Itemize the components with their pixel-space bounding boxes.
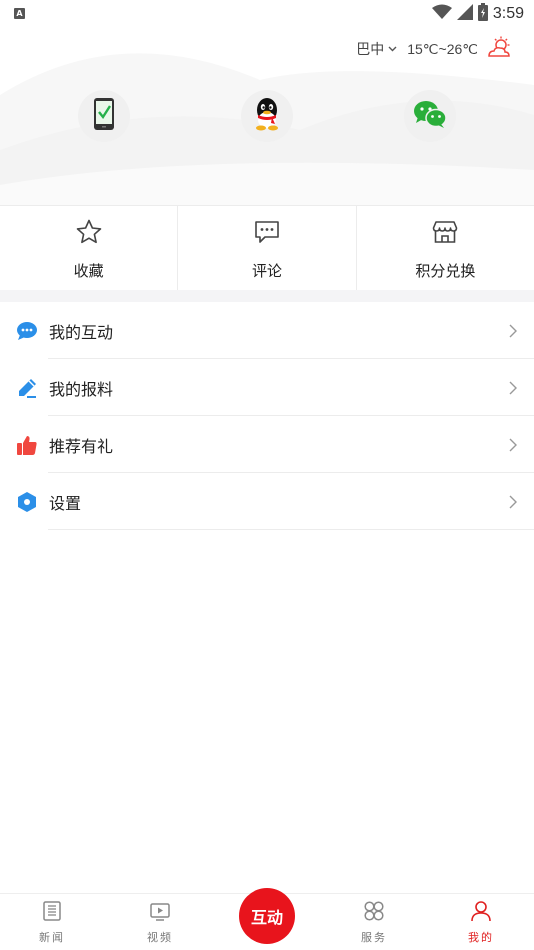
bottom-tab-bar: 新闻 视频 互动 服务 我的 — [0, 888, 534, 950]
qq-icon — [252, 97, 282, 135]
chevron-right-icon — [509, 494, 517, 513]
battery-icon — [477, 3, 488, 25]
weather-city[interactable]: 巴中 — [356, 39, 384, 59]
hexagon-settings-icon — [16, 491, 38, 513]
menu-list: 我的互动 我的报料 推荐有礼 设置 — [0, 302, 534, 530]
chevron-down-icon[interactable] — [388, 46, 397, 52]
tab-service[interactable]: 服务 — [334, 900, 414, 945]
menu-item-label: 推荐有礼 — [49, 436, 114, 456]
status-time: 3:59 — [492, 5, 524, 22]
menu-item-label: 设置 — [49, 493, 82, 513]
user-icon — [470, 900, 492, 926]
notification-badge: A — [14, 8, 25, 19]
tab-news[interactable]: 新闻 — [12, 900, 92, 945]
weather-temperature: 15℃~26℃ — [407, 40, 478, 57]
favorites-button[interactable]: 收藏 — [0, 206, 179, 290]
qq-login-button[interactable] — [241, 90, 293, 142]
phone-login-button[interactable] — [78, 90, 130, 142]
menu-item-referral[interactable]: 推荐有礼 — [0, 416, 534, 473]
chevron-right-icon — [509, 380, 517, 399]
chevron-right-icon — [509, 323, 517, 342]
store-icon — [431, 218, 459, 250]
star-icon — [75, 218, 103, 250]
chat-bubble-icon — [16, 320, 38, 342]
tab-video-label: 视频 — [147, 931, 173, 944]
tab-news-label: 新闻 — [39, 931, 65, 944]
signal-icon — [456, 4, 473, 24]
weather-widget[interactable]: 巴中 15℃~26℃ — [356, 36, 512, 63]
newspaper-icon — [41, 900, 63, 926]
comments-label: 评论 — [251, 262, 282, 280]
wechat-login-button[interactable] — [404, 90, 456, 142]
tab-video[interactable]: 视频 — [120, 900, 200, 945]
wechat-icon — [413, 99, 447, 133]
comments-button[interactable]: 评论 — [178, 206, 357, 290]
thumbs-up-icon — [16, 434, 38, 456]
comment-icon — [253, 218, 281, 250]
points-exchange-label: 积分兑换 — [415, 262, 476, 280]
menu-item-label: 我的报料 — [49, 379, 114, 399]
menu-item-my-tips[interactable]: 我的报料 — [0, 359, 534, 416]
tab-service-label: 服务 — [361, 931, 387, 944]
menu-item-settings[interactable]: 设置 — [0, 473, 534, 530]
status-bar: A 3:59 — [0, 0, 534, 30]
sun-cloud-icon — [486, 36, 512, 63]
tab-mine[interactable]: 我的 — [441, 900, 521, 945]
video-icon — [149, 900, 171, 926]
menu-item-label: 我的互动 — [49, 322, 114, 342]
phone-icon — [93, 97, 115, 135]
grid-icon — [363, 900, 385, 926]
wifi-icon — [431, 4, 452, 24]
chevron-right-icon — [509, 437, 517, 456]
section-divider — [0, 290, 534, 302]
interaction-center-button[interactable]: 互动 — [239, 888, 295, 944]
favorites-label: 收藏 — [73, 262, 104, 280]
tab-mine-label: 我的 — [468, 931, 494, 944]
pen-icon — [16, 377, 38, 399]
menu-item-my-interaction[interactable]: 我的互动 — [0, 302, 534, 359]
points-exchange-button[interactable]: 积分兑换 — [357, 206, 534, 290]
third-party-login — [0, 90, 534, 142]
quick-actions: 收藏 评论 积分兑换 — [0, 205, 534, 290]
